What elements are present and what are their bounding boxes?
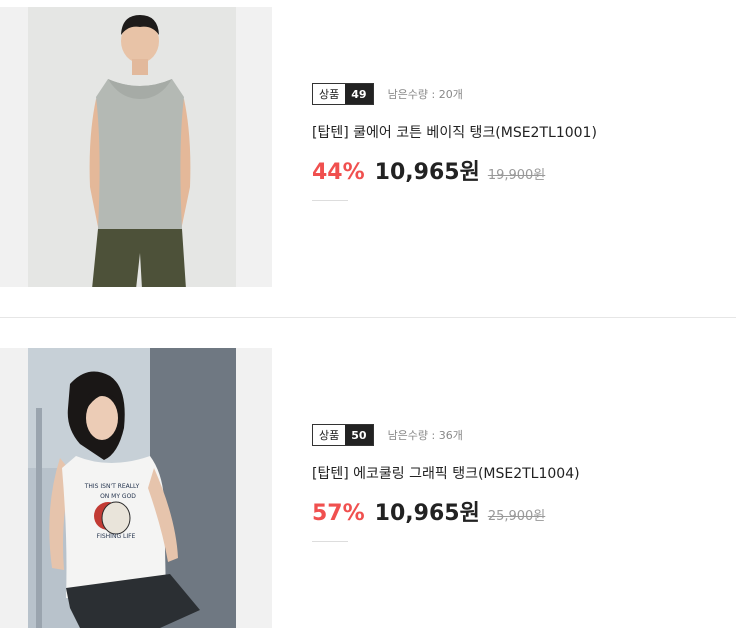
product-info: 상품 50 남은수량 : 36개 [탑텐] 에코쿨링 그래픽 탱크(MSE2TL… bbox=[312, 423, 580, 542]
badge-row: 상품 49 남은수량 : 20개 bbox=[312, 82, 597, 106]
product-badge: 상품 49 bbox=[312, 83, 374, 105]
badge-label: 상품 bbox=[313, 84, 346, 104]
product-image[interactable] bbox=[0, 7, 272, 287]
shirt-print-middle: ON MY GOD bbox=[100, 493, 136, 500]
shirt-print-top: THIS ISN'T REALLY bbox=[84, 483, 140, 490]
stock-remaining: 남은수량 : 20개 bbox=[387, 88, 463, 101]
price-row: 57% 10,965원 25,900원 bbox=[312, 495, 580, 527]
product-info: 상품 49 남은수량 : 20개 [탑텐] 쿨에어 코튼 베이직 탱크(MSE2… bbox=[312, 82, 597, 201]
product-card[interactable]: 상품 49 남은수량 : 20개 [탑텐] 쿨에어 코튼 베이직 탱크(MSE2… bbox=[0, 0, 736, 287]
badge-label: 상품 bbox=[313, 425, 346, 445]
sale-price: 10,965원 bbox=[374, 160, 480, 185]
divider-short bbox=[312, 200, 348, 201]
product-image[interactable]: THIS ISN'T REALLY ON MY GOD FISHING LIFE bbox=[0, 348, 272, 628]
badge-number: 49 bbox=[345, 84, 373, 104]
stock-remaining: 남은수량 : 36개 bbox=[387, 429, 463, 442]
price-row: 44% 10,965원 19,900원 bbox=[312, 154, 597, 186]
sale-price: 10,965원 bbox=[374, 501, 480, 526]
original-price: 25,900원 bbox=[487, 509, 546, 524]
divider-short bbox=[312, 541, 348, 542]
product-badge: 상품 50 bbox=[312, 424, 374, 446]
badge-number: 50 bbox=[345, 425, 373, 445]
original-price: 19,900원 bbox=[487, 168, 546, 183]
list-divider bbox=[0, 317, 736, 318]
product-title[interactable]: [탑텐] 에코쿨링 그래픽 탱크(MSE2TL1004) bbox=[312, 463, 580, 483]
shirt-print-bottom: FISHING LIFE bbox=[97, 533, 136, 540]
discount-rate: 44% bbox=[312, 160, 365, 185]
product-title[interactable]: [탑텐] 쿨에어 코튼 베이직 탱크(MSE2TL1001) bbox=[312, 122, 597, 142]
product-card[interactable]: THIS ISN'T REALLY ON MY GOD FISHING LIFE… bbox=[0, 341, 736, 628]
badge-row: 상품 50 남은수량 : 36개 bbox=[312, 423, 580, 447]
discount-rate: 57% bbox=[312, 501, 365, 526]
